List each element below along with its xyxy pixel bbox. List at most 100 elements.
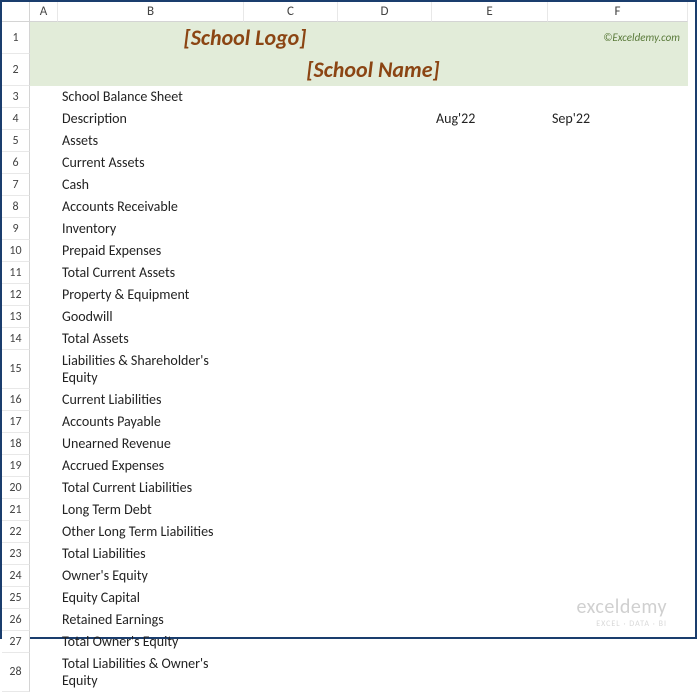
corner-cell[interactable] — [2, 2, 30, 22]
cell-e28[interactable] — [432, 653, 548, 692]
cell-d3[interactable] — [338, 86, 432, 108]
cell-f18[interactable] — [548, 433, 688, 455]
cell-f27[interactable] — [548, 631, 688, 653]
cell-b15[interactable]: Liabilities & Shareholder's Equity — [58, 350, 244, 389]
cell-f4[interactable]: Sep'22 — [548, 108, 688, 130]
cell-c11[interactable] — [244, 262, 338, 284]
cell-a18[interactable] — [30, 433, 58, 455]
cell-a12[interactable] — [30, 284, 58, 306]
cell-d8[interactable] — [338, 196, 432, 218]
cell-e20[interactable] — [432, 477, 548, 499]
cell-e27[interactable] — [432, 631, 548, 653]
row-header-12[interactable]: 12 — [2, 284, 30, 306]
row-header-6[interactable]: 6 — [2, 152, 30, 174]
cell-c15[interactable] — [244, 350, 338, 389]
cell-b21[interactable]: Long Term Debt — [58, 499, 244, 521]
cell-e18[interactable] — [432, 433, 548, 455]
col-header-f[interactable]: F — [548, 2, 688, 22]
cell-d19[interactable] — [338, 455, 432, 477]
cell-f12[interactable] — [548, 284, 688, 306]
cell-d21[interactable] — [338, 499, 432, 521]
col-header-b[interactable]: B — [58, 2, 244, 22]
cell-d4[interactable] — [338, 108, 432, 130]
cell-d28[interactable] — [338, 653, 432, 692]
cell-c5[interactable] — [244, 130, 338, 152]
cell-d13[interactable] — [338, 306, 432, 328]
cell-b27[interactable]: Total Owner's Equity — [58, 631, 244, 653]
cell-e8[interactable] — [432, 196, 548, 218]
cell-b5[interactable]: Assets — [58, 130, 244, 152]
row-header-3[interactable]: 3 — [2, 86, 30, 108]
row-header-7[interactable]: 7 — [2, 174, 30, 196]
cell-d16[interactable] — [338, 389, 432, 411]
col-header-d[interactable]: D — [338, 2, 432, 22]
row-header-20[interactable]: 20 — [2, 477, 30, 499]
cell-e26[interactable] — [432, 609, 548, 631]
cell-a1[interactable] — [30, 22, 58, 54]
row-header-13[interactable]: 13 — [2, 306, 30, 328]
cell-f13[interactable] — [548, 306, 688, 328]
cell-f28[interactable] — [548, 653, 688, 692]
cell-b4[interactable]: Description — [58, 108, 244, 130]
cell-d10[interactable] — [338, 240, 432, 262]
cell-f22[interactable] — [548, 521, 688, 543]
cell-c4[interactable] — [244, 108, 338, 130]
row-header-24[interactable]: 24 — [2, 565, 30, 587]
cell-a19[interactable] — [30, 455, 58, 477]
cell-e23[interactable] — [432, 543, 548, 565]
col-header-c[interactable]: C — [244, 2, 338, 22]
cell-a3[interactable] — [30, 86, 58, 108]
cell-e14[interactable] — [432, 328, 548, 350]
cell-b24[interactable]: Owner's Equity — [58, 565, 244, 587]
cell-e22[interactable] — [432, 521, 548, 543]
cell-a6[interactable] — [30, 152, 58, 174]
row-header-23[interactable]: 23 — [2, 543, 30, 565]
spreadsheet-grid[interactable]: A B C D E F 1 [School Logo] ©Exceldemy.c… — [2, 2, 695, 86]
cell-f19[interactable] — [548, 455, 688, 477]
col-header-e[interactable]: E — [432, 2, 548, 22]
cell-b9[interactable]: Inventory — [58, 218, 244, 240]
cell-e5[interactable] — [432, 130, 548, 152]
credit-cell[interactable]: ©Exceldemy.com — [548, 22, 688, 54]
cell-d23[interactable] — [338, 543, 432, 565]
cell-f3[interactable] — [548, 86, 688, 108]
cell-f7[interactable] — [548, 174, 688, 196]
cell-f17[interactable] — [548, 411, 688, 433]
cell-f11[interactable] — [548, 262, 688, 284]
row-header-26[interactable]: 26 — [2, 609, 30, 631]
row-header-5[interactable]: 5 — [2, 130, 30, 152]
cell-a2[interactable] — [30, 54, 58, 86]
cell-d15[interactable] — [338, 350, 432, 389]
row-header-1[interactable]: 1 — [2, 22, 30, 54]
cell-d26[interactable] — [338, 609, 432, 631]
cell-a14[interactable] — [30, 328, 58, 350]
cell-c14[interactable] — [244, 328, 338, 350]
row-header-11[interactable]: 11 — [2, 262, 30, 284]
cell-c25[interactable] — [244, 587, 338, 609]
cell-e7[interactable] — [432, 174, 548, 196]
cell-c24[interactable] — [244, 565, 338, 587]
school-name-cell[interactable]: [School Name] — [58, 54, 688, 86]
cell-d20[interactable] — [338, 477, 432, 499]
row-header-2[interactable]: 2 — [2, 54, 30, 86]
row-header-28[interactable]: 28 — [2, 653, 30, 692]
cell-d24[interactable] — [338, 565, 432, 587]
cell-d22[interactable] — [338, 521, 432, 543]
cell-c7[interactable] — [244, 174, 338, 196]
cell-d25[interactable] — [338, 587, 432, 609]
cell-e9[interactable] — [432, 218, 548, 240]
row-header-9[interactable]: 9 — [2, 218, 30, 240]
cell-c28[interactable] — [244, 653, 338, 692]
cell-a5[interactable] — [30, 130, 58, 152]
cell-b7[interactable]: Cash — [58, 174, 244, 196]
row-header-8[interactable]: 8 — [2, 196, 30, 218]
row-header-4[interactable]: 4 — [2, 108, 30, 130]
cell-f6[interactable] — [548, 152, 688, 174]
cell-f10[interactable] — [548, 240, 688, 262]
cell-e4[interactable]: Aug'22 — [432, 108, 548, 130]
cell-d5[interactable] — [338, 130, 432, 152]
cell-f8[interactable] — [548, 196, 688, 218]
cell-c19[interactable] — [244, 455, 338, 477]
cell-e12[interactable] — [432, 284, 548, 306]
cell-b22[interactable]: Other Long Term Liabilities — [58, 521, 244, 543]
